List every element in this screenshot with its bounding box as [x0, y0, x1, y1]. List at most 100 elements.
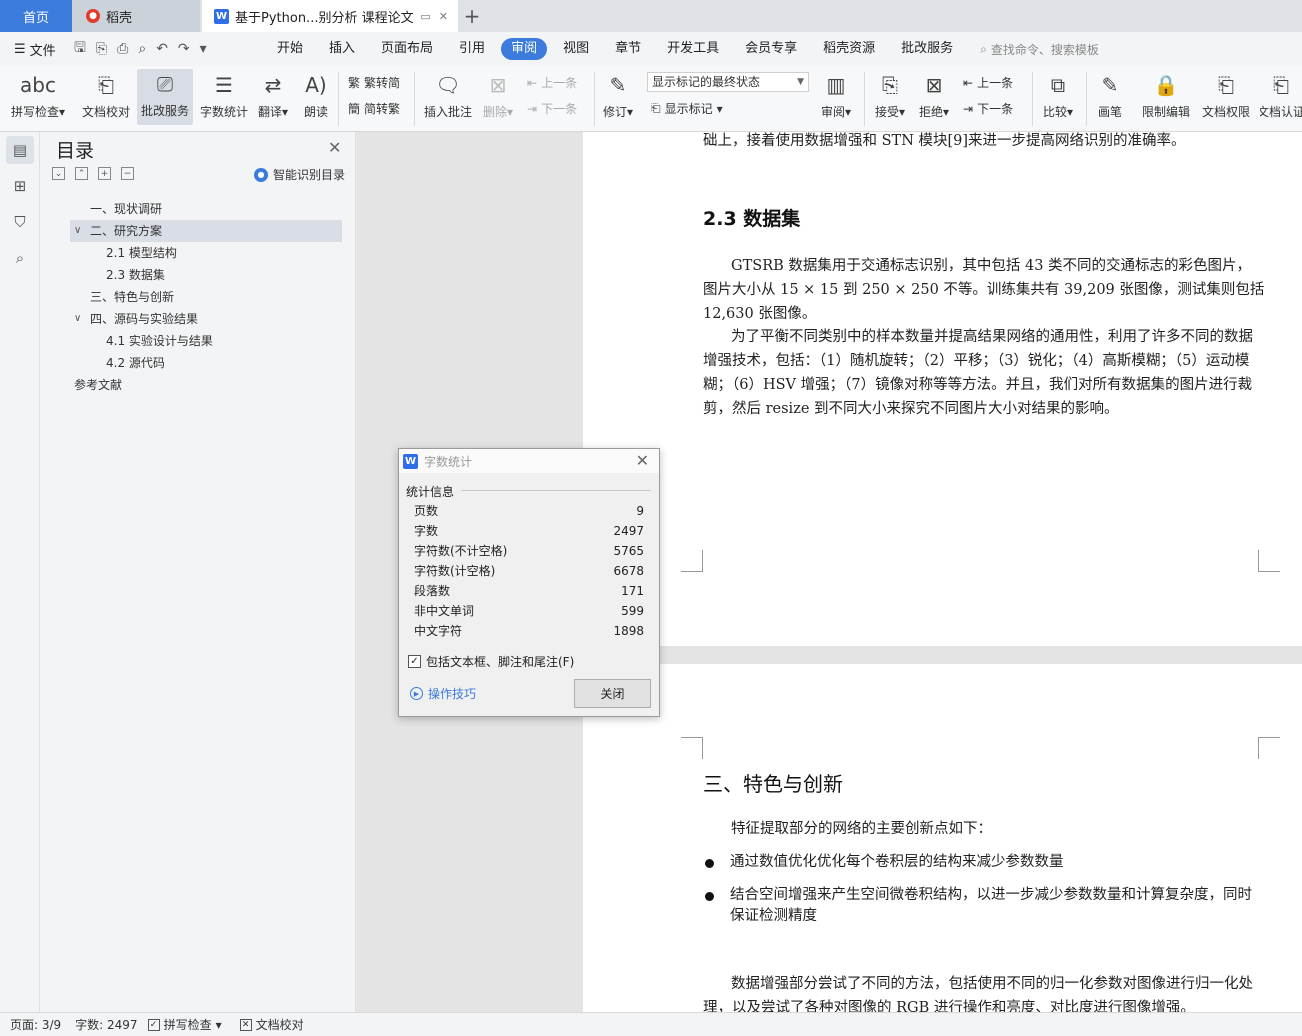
tips-link[interactable]: ▶ 操作技巧: [410, 685, 476, 702]
toc-item[interactable]: 2.3 数据集: [70, 264, 342, 286]
menu-item[interactable]: 批改服务: [888, 38, 966, 60]
doc-bullet[interactable]: 通过数值优化优化每个卷积层的结构来减少参数数量: [703, 852, 1265, 873]
doc-proof-button[interactable]: ⎗ 文档校对: [80, 70, 132, 120]
toc-item[interactable]: 参考文献: [70, 374, 342, 396]
toc-item[interactable]: 三、特色与创新: [70, 286, 342, 308]
show-markup-button[interactable]: ⎗ 显示标记 ▾: [651, 100, 723, 117]
chevron-down-icon[interactable]: ∨: [74, 308, 81, 330]
simp-to-trad-button[interactable]: 簡简转繁: [348, 100, 400, 117]
toc-item[interactable]: 2.1 模型结构: [70, 242, 342, 264]
markup-state-select[interactable]: 显示标记的最终状态 ▼: [647, 72, 809, 92]
tab-daoke[interactable]: ● 稻壳: [72, 0, 200, 32]
spellcheck-toggle[interactable]: ✓ 拼写检查 ▾: [138, 1016, 222, 1033]
doc-cert-button[interactable]: ⎗ 文档认证: [1260, 70, 1302, 120]
reject-button[interactable]: ⊠ 拒绝▾: [916, 70, 952, 120]
menu-item[interactable]: 视图: [550, 38, 602, 60]
toc-nav-icon[interactable]: ▤: [6, 136, 34, 164]
command-search[interactable]: ⌕ 查找命令、搜索模板: [980, 41, 1099, 58]
chevron-down-icon[interactable]: ∨: [74, 220, 81, 242]
delete-comment-label: 删除: [482, 105, 507, 119]
search-nav-icon[interactable]: ⌕: [6, 244, 34, 272]
menu-items: 开始 插入 页面布局 引用 审阅 视图 章节 开发工具 会员专享 稻壳资源 批改服务: [264, 38, 966, 60]
remove-heading-icon[interactable]: −: [121, 167, 134, 180]
toc-item[interactable]: ∨ 二、研究方案: [70, 220, 342, 242]
page-indicator[interactable]: 页面: 3/9: [0, 1016, 61, 1033]
menu-item[interactable]: 引用: [446, 38, 498, 60]
save-icon[interactable]: 🖫: [74, 37, 86, 61]
trad-to-simp-button[interactable]: 繁繁转简: [348, 74, 400, 91]
close-button-label: 关闭: [600, 687, 625, 701]
smart-toc-button[interactable]: ● 智能识别目录: [254, 166, 345, 183]
quick-more-icon[interactable]: ▾: [200, 41, 207, 57]
next-comment-button[interactable]: ⇥ 下一条: [527, 100, 577, 117]
search-icon: ⌕: [980, 41, 987, 56]
tab-monitor-icon[interactable]: ▭: [420, 10, 430, 23]
prev-change-button[interactable]: ⇤ 上一条: [963, 74, 1013, 91]
add-heading-icon[interactable]: +: [98, 167, 111, 180]
menu-item[interactable]: 稻壳资源: [810, 38, 888, 60]
tab-close-icon[interactable]: ✕: [439, 10, 448, 23]
translate-button[interactable]: ⇄ 翻译▾: [255, 70, 291, 120]
doc-rights-button[interactable]: ⎗ 文档权限: [1200, 70, 1252, 120]
restrict-edit-button[interactable]: 🔒 限制编辑: [1140, 70, 1192, 120]
doc-paragraph[interactable]: 础上，接着使用数据增强和 STN 模块[9]来进一步提高网络识别的准确率。: [703, 129, 1265, 153]
word-count-indicator[interactable]: 字数: 2497: [61, 1016, 137, 1033]
menu-item[interactable]: 开发工具: [654, 38, 732, 60]
menu-item[interactable]: 章节: [602, 38, 654, 60]
toc-item[interactable]: 4.2 源代码: [70, 352, 342, 374]
doc-paragraph[interactable]: 为了平衡不同类别中的样本数量并提高结果网络的通用性，利用了许多不同的数据增强技术…: [703, 325, 1265, 421]
chapter-nav-icon[interactable]: ⊞: [6, 172, 34, 200]
doc-paragraph[interactable]: GTSRB 数据集用于交通标志识别，其中包括 43 类不同的交通标志的彩色图片，…: [703, 254, 1265, 326]
compare-button[interactable]: ⧉ 比较▾: [1040, 70, 1076, 120]
toc-item[interactable]: 4.1 实验设计与结果: [70, 330, 342, 352]
toc-item[interactable]: ∨ 四、源码与实验结果: [70, 308, 342, 330]
doc-heading-dataset[interactable]: 2.3 数据集: [703, 204, 800, 231]
print-preview-icon[interactable]: ⌕: [138, 41, 146, 57]
new-tab-button[interactable]: +: [462, 0, 482, 32]
tab-document[interactable]: W 基于Python...别分析 课程论文 ▭ ✕: [202, 0, 458, 32]
undo-icon[interactable]: ↶: [156, 41, 168, 57]
dialog-titlebar[interactable]: W 字数统计: [399, 449, 659, 473]
doc-proof-toggle[interactable]: ✕ 文档校对: [222, 1016, 304, 1033]
menu-item[interactable]: 页面布局: [368, 38, 446, 60]
doc-heading-feature[interactable]: 三、特色与创新: [703, 768, 843, 797]
close-icon[interactable]: ✕: [636, 451, 649, 470]
toc-item[interactable]: 一、现状调研: [70, 198, 342, 220]
review-pane-button[interactable]: ▥ 审阅▾: [818, 70, 854, 120]
delete-comment-button[interactable]: ⊠ 删除▾: [480, 70, 516, 120]
accept-button[interactable]: ⎘ 接受▾: [872, 70, 908, 120]
bookmark-icon[interactable]: ⛉: [6, 208, 34, 236]
doc-bullet[interactable]: 结合空间增强来产生空间微卷积结构，以进一步减少参数数量和计算复杂度，同时保证检测…: [703, 885, 1265, 927]
close-button[interactable]: 关闭: [574, 679, 651, 708]
correct-service-button[interactable]: ⎚ 批改服务: [137, 69, 193, 125]
play-icon: ▶: [410, 687, 423, 700]
print-icon[interactable]: ⎙: [117, 41, 128, 57]
menu-item[interactable]: 开始: [264, 38, 316, 60]
file-menu[interactable]: ☰ 文件: [0, 40, 70, 59]
revise-button[interactable]: ✎ 修订▾: [600, 70, 636, 120]
close-icon[interactable]: ✕: [328, 138, 341, 157]
redo-icon[interactable]: ↷: [178, 41, 190, 57]
toc-item-label: 2.3 数据集: [106, 268, 165, 282]
expand-all-icon[interactable]: ⌄: [52, 167, 65, 180]
menu-item[interactable]: 审阅: [501, 38, 548, 60]
spellcheck-button[interactable]: abc 拼写检查▾: [8, 70, 68, 120]
tab-home[interactable]: 首页: [0, 0, 72, 32]
include-textbox-checkbox[interactable]: ✓ 包括文本框、脚注和尾注(F): [408, 653, 574, 670]
stat-label: 非中文单词: [414, 604, 475, 618]
export-pdf-icon[interactable]: ⎘: [96, 41, 107, 57]
doc-paragraph[interactable]: 特征提取部分的网络的主要创新点如下：: [703, 817, 1265, 841]
menu-item[interactable]: 插入: [316, 38, 368, 60]
word-count-button[interactable]: ☰ 字数统计: [198, 70, 250, 120]
stat-value: 599: [621, 604, 644, 618]
doc-paragraph[interactable]: 数据增强部分尝试了不同的方法，包括使用不同的归一化参数对图像进行归一化处理，以及…: [703, 972, 1265, 1012]
left-icon-rail: ▤ ⊞ ⛉ ⌕: [0, 132, 40, 1012]
read-aloud-button[interactable]: A) 朗读: [300, 70, 332, 120]
menu-item[interactable]: 会员专享: [732, 38, 810, 60]
prev-comment-button[interactable]: ⇤ 上一条: [527, 74, 577, 91]
daoke-logo-icon: ●: [86, 9, 100, 23]
insert-comment-button[interactable]: 🗨 插入批注: [422, 70, 474, 120]
collapse-all-icon[interactable]: ⌃: [75, 167, 88, 180]
pen-button[interactable]: ✎ 画笔: [1094, 70, 1126, 120]
next-change-button[interactable]: ⇥ 下一条: [963, 100, 1013, 117]
